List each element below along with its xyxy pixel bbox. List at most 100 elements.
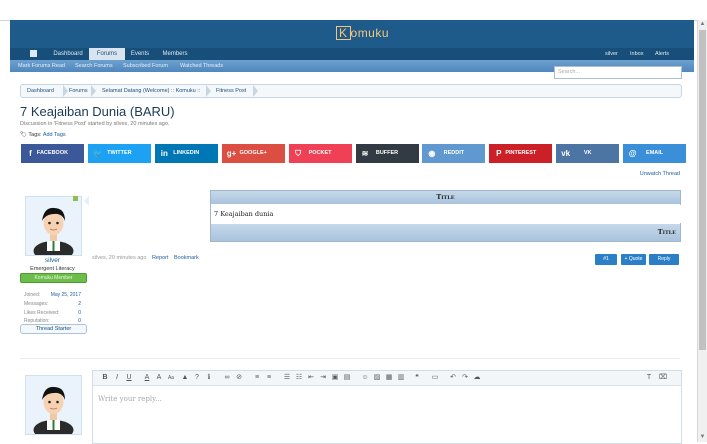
site-header: Komuku xyxy=(10,20,694,48)
home-icon[interactable] xyxy=(30,50,37,57)
report-link[interactable]: Report xyxy=(152,255,169,261)
stat-joined: Joined: May 25, 2017 xyxy=(24,291,81,299)
remove-format-icon[interactable]: T xyxy=(645,374,653,382)
italic-icon[interactable]: I xyxy=(113,374,121,382)
stat-value[interactable]: 2 xyxy=(78,300,81,308)
tab-dashboard[interactable]: Dashboard xyxy=(48,48,88,60)
share-button-buffer[interactable]: ≋ BUFFER xyxy=(355,144,419,163)
quote-button[interactable]: + Quote xyxy=(621,254,646,265)
save-draft-icon[interactable]: ▭ xyxy=(431,374,439,382)
font-family-icon[interactable]: Aa xyxy=(167,374,175,382)
scroll-thumb[interactable] xyxy=(699,30,706,350)
redo-icon[interactable]: ↷ xyxy=(461,374,469,382)
bold-icon[interactable]: B xyxy=(101,374,109,382)
tab-forums[interactable]: Forums xyxy=(89,48,125,60)
post-number-button[interactable]: #1 xyxy=(595,254,617,265)
link-icon[interactable]: ∞ xyxy=(223,374,231,382)
attach-icon[interactable]: ▦ xyxy=(385,374,393,382)
quote-icon[interactable]: ❝ xyxy=(413,374,421,382)
add-tags-link[interactable]: Add Tags xyxy=(43,132,66,138)
warning-icon[interactable]: ▲ xyxy=(181,374,189,382)
quick-reply: B I U A A Aa ▲ ? ℹ ∞ ⊘ ≡ ≡ ☰ ☷ ⇤ ⇥ ▣ ▤ ☺… xyxy=(20,366,682,444)
smilie-icon[interactable]: ☺ xyxy=(361,374,369,382)
reply-button[interactable]: Reply xyxy=(649,254,679,265)
crumb-forums[interactable]: Forums xyxy=(69,85,88,97)
numbered-list-icon[interactable]: ☷ xyxy=(295,374,303,382)
crumb-dashboard[interactable]: Dashboard xyxy=(27,85,54,97)
post-author-time[interactable]: silves, 20 minutes ago xyxy=(92,255,146,261)
share-label: TWITTER xyxy=(107,150,132,156)
scroll-down-icon[interactable]: ▼ xyxy=(698,433,707,442)
share-button-pocket[interactable]: ⛉ POCKET xyxy=(288,144,352,163)
nav-inbox[interactable]: Inbox xyxy=(630,48,643,60)
nav-alerts[interactable]: Alerts xyxy=(655,48,669,60)
crumb-separator xyxy=(253,85,258,97)
font-color-icon[interactable]: A xyxy=(143,374,151,382)
scrollbar[interactable]: ▲ ▼ xyxy=(697,20,707,442)
editor-toolbar: B I U A A Aa ▲ ? ℹ ∞ ⊘ ≡ ≡ ☰ ☷ ⇤ ⇥ ▣ ▤ ☺… xyxy=(93,371,681,386)
share-button-facebook[interactable]: f FACEBOOK xyxy=(21,144,84,163)
share-button-twitter[interactable]: 🐦 TWITTER xyxy=(87,144,151,163)
stat-value: 0 xyxy=(78,310,81,316)
tab-members[interactable]: Members xyxy=(159,48,191,60)
share-label: VK xyxy=(583,150,592,156)
subnav-search-forums[interactable]: Search Forums xyxy=(75,60,113,72)
share-button-linkedin[interactable]: in LINKEDIN xyxy=(154,144,218,163)
subnav-subscribed[interactable]: Subscribed Forum xyxy=(123,60,168,72)
share-button-pinterest[interactable]: P PINTEREST xyxy=(489,144,553,163)
indent-icon[interactable]: ⇥ xyxy=(319,374,327,382)
bullet-list-icon[interactable]: ☰ xyxy=(283,374,291,382)
post-meta: silves, 20 minutes ago Report Bookmark xyxy=(92,255,199,261)
crumb-welcome[interactable]: Selamat Datang (Welcome) :: Komuku :: xyxy=(102,85,200,97)
bookmark-link[interactable]: Bookmark xyxy=(174,255,199,261)
divider xyxy=(20,358,680,359)
nav-user[interactable]: silver xyxy=(605,48,618,60)
share-label: LINKEDIN xyxy=(173,150,200,156)
scroll-up-icon[interactable]: ▲ xyxy=(698,20,707,29)
subnav-watched[interactable]: Watched Threads xyxy=(180,60,223,72)
tab-events[interactable]: Events xyxy=(127,48,153,60)
crumb-fitness[interactable]: Fitness Post xyxy=(216,85,246,97)
share-button-reddit[interactable]: ◉ REDDIT xyxy=(422,144,486,163)
online-indicator xyxy=(73,196,78,201)
code-icon[interactable]: ▣ xyxy=(331,374,339,382)
stat-label: Likes Received: xyxy=(24,310,60,316)
share-button-email[interactable]: @ EMAIL xyxy=(623,144,687,163)
underline-icon[interactable]: U xyxy=(125,374,133,382)
tags-row: 🏷 Tags: Add Tags xyxy=(20,132,66,138)
share-button-vk[interactable]: vk VK xyxy=(556,144,620,163)
site-logo[interactable]: Komuku xyxy=(333,25,392,41)
search-input[interactable]: Search... xyxy=(554,66,682,79)
crumb-separator xyxy=(206,85,211,97)
reply-editor[interactable]: B I U A A Aa ▲ ? ℹ ∞ ⊘ ≡ ≡ ☰ ☷ ⇤ ⇥ ▣ ▤ ☺… xyxy=(92,370,682,444)
undo-icon[interactable]: ↶ xyxy=(449,374,457,382)
stat-label: Joined: xyxy=(24,292,41,298)
font-size-icon[interactable]: A xyxy=(155,374,163,382)
table-header: Title xyxy=(211,191,680,204)
align-center-icon[interactable]: ≡ xyxy=(265,374,273,382)
outdent-icon[interactable]: ⇤ xyxy=(307,374,315,382)
media-icon[interactable]: ▤ xyxy=(343,374,351,382)
subnav-mark-read[interactable]: Mark Forums Read xyxy=(18,60,65,72)
unlink-icon[interactable]: ⊘ xyxy=(235,374,243,382)
align-left-icon[interactable]: ≡ xyxy=(253,374,261,382)
info-icon[interactable]: ℹ xyxy=(205,374,213,382)
crumb-separator xyxy=(91,85,96,97)
help-icon[interactable]: ? xyxy=(193,374,201,382)
share-button-google[interactable]: g+ GOOGLE+ xyxy=(221,144,285,163)
avatar[interactable] xyxy=(25,196,82,261)
bbcode-toggle-icon[interactable]: ⌧ xyxy=(659,374,667,382)
table-icon[interactable]: ▥ xyxy=(397,374,405,382)
share-label: GOOGLE+ xyxy=(239,150,267,156)
reply-avatar xyxy=(20,370,85,442)
user-name[interactable]: silver xyxy=(20,257,85,264)
search-placeholder: Search... xyxy=(558,69,581,75)
browser-top-area xyxy=(0,0,707,21)
avatar[interactable] xyxy=(25,375,82,440)
tags-label: Tags: xyxy=(28,132,42,138)
logo-text: omuku xyxy=(350,26,390,40)
stat-value: May 25, 2017 xyxy=(50,292,81,298)
unwatch-thread-link[interactable]: Unwatch Thread xyxy=(640,171,680,177)
drafts-icon[interactable]: ☁ xyxy=(473,374,481,382)
image-icon[interactable]: ▨ xyxy=(373,374,381,382)
